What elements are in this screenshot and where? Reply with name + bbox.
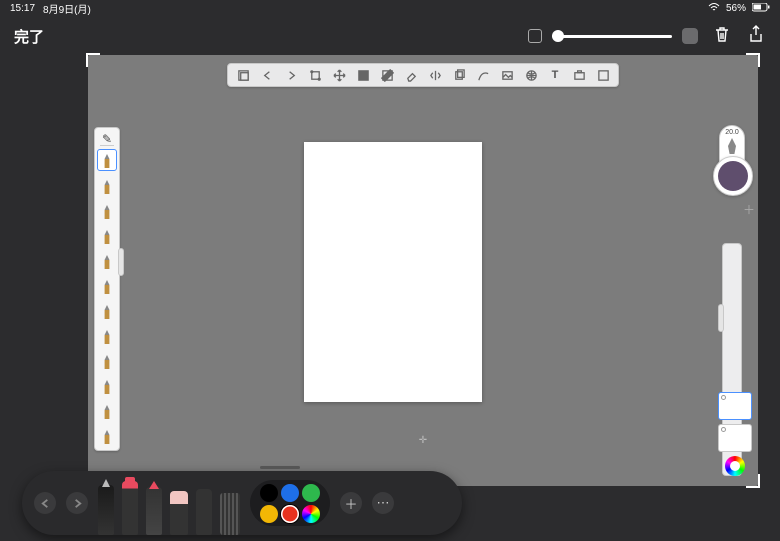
move-button[interactable] [328,65,350,85]
ruler-tool[interactable] [220,493,240,535]
brush-preset-0[interactable] [97,149,117,171]
brush-category-icon[interactable]: ✎ [100,132,114,146]
pen-nib-icon [728,138,736,154]
share-button[interactable] [746,24,766,49]
brush-preset-3[interactable] [97,224,117,246]
status-bar: 15:17 8月9日(月) 56% [0,0,780,16]
copy-button[interactable] [448,65,470,85]
nav-bar: 完了 [0,16,780,56]
swatch-yellow[interactable] [260,505,278,523]
image-button[interactable] [496,65,518,85]
battery-icon [752,3,770,15]
brush-preset-7[interactable] [97,324,117,346]
brush-preset-6[interactable] [97,299,117,321]
home-indicator[interactable] [260,466,300,469]
lasso-tool[interactable] [196,489,212,535]
brush-preset-8[interactable] [97,349,117,371]
brush-preset-9[interactable] [97,374,117,396]
brush-preset-11[interactable] [97,424,117,446]
swatch-color-picker[interactable] [302,505,320,523]
eraser-tool[interactable] [170,491,188,535]
color-swatches [250,480,330,526]
opacity-max-icon [682,28,698,44]
app-toolbar: T [227,63,619,87]
current-color-dot [718,161,748,191]
status-date: 8月9日(月) [43,1,91,16]
layer-bg[interactable] [718,424,752,452]
eraser-button[interactable] [400,65,422,85]
right-tray-handle[interactable] [718,304,724,332]
pencil-tool[interactable] [146,487,162,535]
opacity-slider[interactable] [528,28,698,44]
add-tool-button[interactable]: ＋ [340,492,362,514]
swatch-blue[interactable] [281,484,299,502]
layers-panel [718,392,752,476]
markup-undo-button[interactable] [34,492,56,514]
gradient-button[interactable] [376,65,398,85]
brush-preset-5[interactable] [97,274,117,296]
swatch-red[interactable] [281,505,299,523]
swatch-green[interactable] [302,484,320,502]
brush-preset-strip: ✎ [94,127,120,451]
battery-pct: 56% [726,3,746,14]
trash-button[interactable] [712,24,732,49]
add-color-button[interactable]: ＋ [743,201,755,218]
visibility-icon[interactable] [721,427,726,432]
canvas-center-icon: ✛ [419,435,427,446]
brush-preset-2[interactable] [97,199,117,221]
crop-corner-br[interactable] [746,474,760,488]
done-button[interactable]: 完了 [14,26,44,47]
text-button[interactable]: T [544,65,566,85]
markup-dock: ＋ ⋯ [22,471,462,535]
status-time: 15:17 [10,3,35,14]
visibility-icon[interactable] [721,395,726,400]
current-color-swatch[interactable] [713,156,753,196]
brush-size-control[interactable]: 20.0 [719,125,745,183]
brush-preset-4[interactable] [97,249,117,271]
reference-button[interactable] [568,65,590,85]
crop-corner-tl[interactable] [86,53,100,67]
drawing-canvas[interactable] [304,142,482,402]
brush-preset-10[interactable] [97,399,117,421]
crop-corner-tr[interactable] [746,53,760,67]
layer-1[interactable] [718,392,752,420]
more-button[interactable]: ⋯ [372,492,394,514]
swatch-black[interactable] [260,484,278,502]
markup-tools [98,471,240,535]
marker-tool[interactable] [122,481,138,535]
curve-button[interactable] [472,65,494,85]
opacity-min-icon [528,29,542,43]
markup-redo-button[interactable] [66,492,88,514]
symmetry-button[interactable] [424,65,446,85]
color-wheel-button[interactable] [725,456,745,476]
fill-button[interactable] [352,65,374,85]
fullscreen-button[interactable] [592,65,614,85]
grid-button[interactable] [520,65,542,85]
editor-surface[interactable]: T ✎ 20.0 ＋ [88,55,758,486]
opacity-track[interactable] [552,35,672,38]
undo-button[interactable] [256,65,278,85]
brush-preset-1[interactable] [97,174,117,196]
opacity-thumb[interactable] [552,30,564,42]
text-tool-label: T [552,69,559,81]
brush-size-value: 20.0 [725,129,739,136]
transform-button[interactable] [304,65,326,85]
redo-button[interactable] [280,65,302,85]
pen-tool[interactable] [98,485,114,535]
wifi-icon [708,2,720,15]
brush-strip-handle[interactable] [118,248,124,276]
layers-button[interactable] [232,65,254,85]
